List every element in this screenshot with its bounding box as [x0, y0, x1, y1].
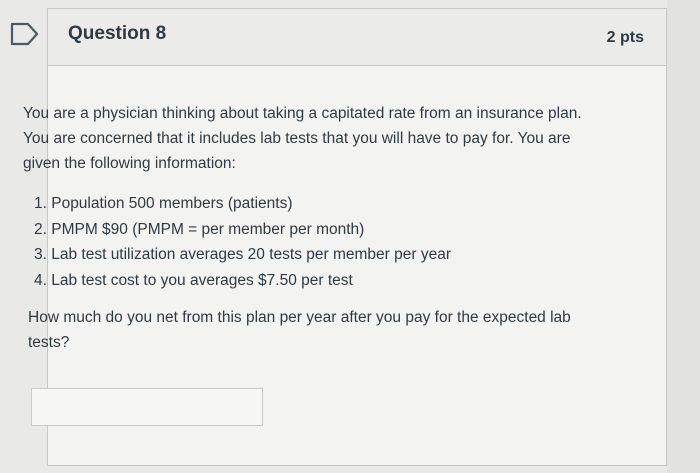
flag-outline-icon: [10, 22, 39, 46]
question-points: 2 pts: [606, 29, 644, 46]
flag-question-icon[interactable]: [10, 22, 40, 46]
list-item: 4. Lab test cost to you averages $7.50 p…: [34, 271, 353, 289]
list-item: 1. Population 500 members (patients): [34, 195, 293, 212]
question-prompt: You are a physician thinking about takin…: [23, 105, 582, 172]
info-list: 1. Population 500 members (patients) 2. …: [34, 191, 594, 293]
answer-input[interactable]: [31, 388, 263, 426]
question-title: Question 8: [68, 23, 167, 44]
page-edge-shade: [667, 0, 700, 473]
list-item: 2. PMPM $90 (PMPM = per member per month…: [34, 220, 365, 238]
question-ask: How much do you net from this plan per y…: [28, 309, 571, 351]
list-item: 3. Lab test utilization averages 20 test…: [34, 246, 451, 263]
question-header: Question 8 2 pts: [48, 9, 666, 66]
